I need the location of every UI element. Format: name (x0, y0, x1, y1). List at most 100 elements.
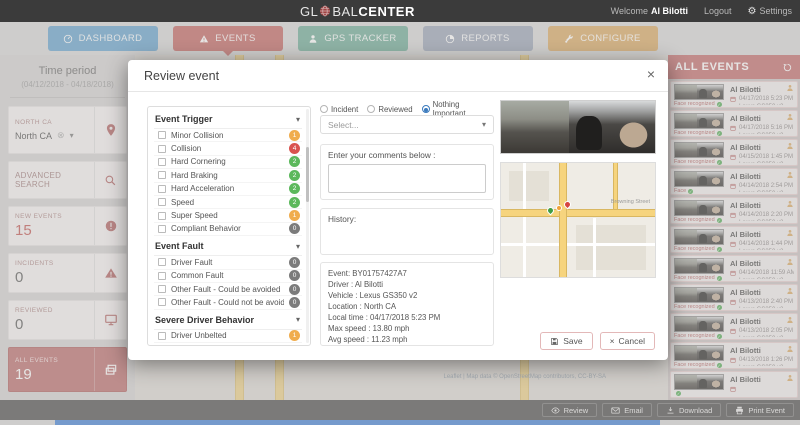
checklist-item[interactable]: Collision 4 (154, 142, 302, 156)
history-section: History: (320, 208, 494, 255)
globe-icon (320, 5, 331, 17)
section-header-severe-driver-behavior[interactable]: Severe Driver Behavior ▾ (154, 310, 302, 330)
checklist-item-label: Super Speed (171, 211, 218, 221)
checklist-item[interactable]: Common Fault 0 (154, 270, 302, 283)
dashcam-preview[interactable] (500, 100, 656, 154)
checkbox[interactable] (158, 131, 166, 140)
logo: GL BAL CENTER (300, 0, 415, 22)
chevron-down-icon: ▾ (295, 315, 300, 325)
checklist-item-label: Hard Braking (171, 170, 218, 180)
save-icon (551, 337, 559, 345)
checkbox[interactable] (158, 184, 166, 193)
event-detail-line: Max speed : 13.80 mph (328, 324, 410, 334)
select-placeholder: Select... (328, 119, 359, 130)
event-detail-line: Location : North CA (328, 302, 397, 312)
scrollbar-track[interactable] (306, 109, 309, 343)
map-block (509, 171, 549, 201)
category-select[interactable]: Select... ▾ (320, 115, 494, 134)
checkbox[interactable] (158, 258, 166, 267)
comments-section: Enter your comments below : (320, 144, 494, 200)
status-radio[interactable]: Incident (320, 105, 358, 114)
gear-icon: ⚙ (747, 5, 757, 17)
map-road (501, 209, 655, 217)
checklist-item-label: Common Fault (171, 271, 224, 281)
checkbox[interactable] (158, 144, 166, 153)
checkbox[interactable] (158, 271, 166, 280)
checklist-item-label: Driver Unbelted (171, 331, 227, 341)
event-checklist: Event Trigger ▾ Minor Collision 1 Collisi… (147, 106, 311, 346)
settings-link[interactable]: ⚙ Settings (748, 6, 793, 17)
section-header-event-trigger[interactable]: Event Trigger ▾ (154, 109, 302, 129)
event-detail-line: Vehicle : Lexus GS350 v2 (328, 291, 418, 301)
cabin-camera-view (568, 101, 655, 153)
checklist-item[interactable]: Driver Fault 0 (154, 256, 302, 270)
review-event-modal: Review event × Event Trigger ▾ Minor Coll… (128, 60, 668, 360)
user-name: Al Bilotti (650, 6, 688, 16)
checklist-item[interactable]: Speed 2 (154, 196, 302, 210)
save-label: Save (563, 336, 583, 346)
cancel-label: Cancel (618, 336, 645, 346)
scrollbar-thumb[interactable] (306, 147, 309, 202)
section-header-event-fault[interactable]: Event Fault ▾ (154, 236, 302, 257)
count-badge: 4 (289, 143, 300, 155)
checkbox[interactable] (158, 331, 166, 340)
welcome-text: Welcome Al Bilotti (610, 6, 688, 16)
checkbox[interactable] (158, 298, 166, 307)
checklist-item[interactable]: Super Speed 1 (154, 209, 302, 223)
close-icon: × (609, 336, 615, 346)
checklist-item[interactable]: Minor Collision 1 (154, 129, 302, 143)
checkbox[interactable] (158, 211, 166, 220)
checklist-item[interactable]: Other Fault - Could be avoided 0 (154, 283, 302, 297)
checklist-item[interactable]: Hard Acceleration 2 (154, 183, 302, 196)
modal-title: Review event (128, 60, 668, 92)
logout-link[interactable]: Logout (704, 6, 732, 16)
checklist-item[interactable]: Compliant Behavior 0 (154, 223, 302, 237)
count-badge: 2 (289, 183, 300, 195)
logo-text: BAL (332, 3, 359, 19)
checklist-item[interactable]: Hard Cornering 2 (154, 156, 302, 170)
map-road (523, 163, 526, 277)
count-badge: 0 (289, 270, 300, 282)
checklist-item-label: Speed (171, 197, 195, 207)
radio-icon (367, 105, 376, 113)
event-details: Event: BY01757427A7 Driver : Al Bilotti Ve… (320, 262, 494, 346)
checklist-item-label: Hard Cornering (171, 157, 226, 167)
status-radio[interactable]: Reviewed (367, 104, 413, 114)
count-badge: 0 (289, 283, 300, 295)
checklist-item-label: Other Fault - Could be avoided (171, 284, 281, 294)
comments-textarea[interactable] (328, 164, 486, 193)
checklist-item-label: Driver Fault (171, 257, 213, 267)
radio-label: Incident (331, 104, 359, 114)
checklist-item-label: Compliant Behavior (171, 224, 241, 234)
close-icon[interactable]: × (647, 67, 655, 81)
checklist-item-label: Hard Acceleration (171, 184, 235, 194)
checkbox[interactable] (158, 224, 166, 233)
count-badge: 2 (289, 196, 300, 208)
top-bar: GL BAL CENTER Welcome Al Bilotti Logout ⚙ … (0, 0, 800, 22)
chevron-down-icon: ▾ (295, 241, 300, 251)
checklist-item[interactable]: Other Fault - Could not be avoided 0 (154, 296, 302, 310)
fault-list: Driver Fault 0 Common Fault 0 Other Faul… (154, 256, 302, 310)
logo-text: GL (300, 3, 319, 19)
radio-icon (421, 105, 430, 113)
map-road (559, 163, 567, 277)
settings-label: Settings (759, 6, 792, 16)
trigger-list: Minor Collision 1 Collision 4 Hard Corne… (154, 129, 302, 237)
count-badge: 1 (289, 210, 300, 222)
logo-text-bold: CENTER (358, 3, 415, 19)
event-location-map[interactable]: Browning Street (500, 162, 656, 278)
checkbox[interactable] (158, 198, 166, 207)
checkbox[interactable] (158, 285, 166, 294)
map-road (593, 218, 596, 277)
event-detail-line: Driver : Al Bilotti (328, 280, 384, 290)
save-button[interactable]: Save (540, 332, 593, 350)
cancel-button[interactable]: × Cancel (599, 332, 655, 350)
event-marker (556, 205, 562, 211)
checklist-item[interactable]: Hard Braking 2 (154, 169, 302, 183)
checkbox[interactable] (158, 157, 166, 166)
checkbox[interactable] (158, 171, 166, 180)
road-camera-view (501, 101, 569, 153)
checklist-item[interactable]: Driver Unbelted 1 (154, 330, 302, 344)
radio-label: Reviewed (378, 104, 413, 114)
radio-icon (320, 105, 328, 113)
